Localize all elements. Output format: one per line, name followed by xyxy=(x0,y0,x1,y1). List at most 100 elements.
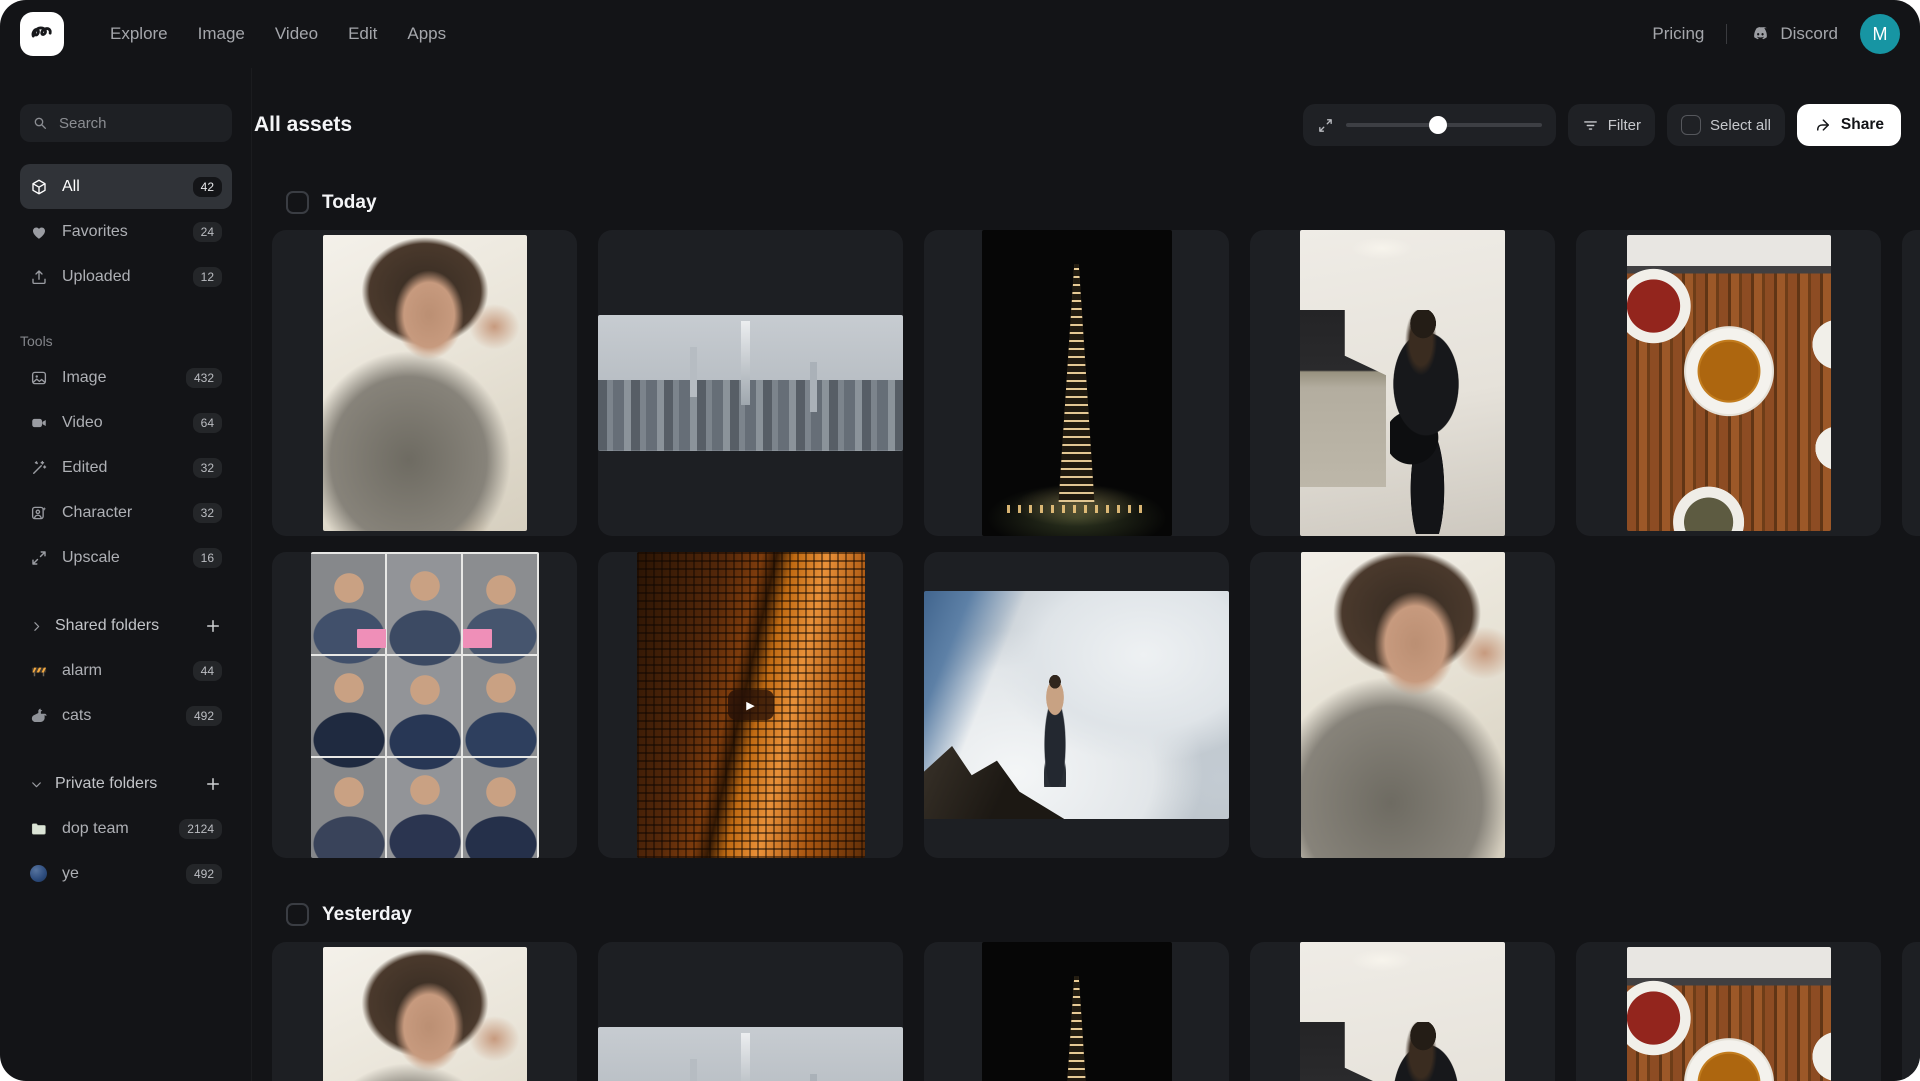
select-all-button[interactable]: Select all xyxy=(1667,104,1785,146)
discord-link[interactable]: Discord xyxy=(1749,23,1838,45)
sidebar-item-label: Video xyxy=(62,414,103,432)
add-private-folder-button[interactable] xyxy=(204,775,222,793)
shared-folders-list: alarm44cats492 xyxy=(0,648,251,738)
asset-card-night-skyscraper[interactable] xyxy=(924,230,1229,536)
asset-card-partially-visible-asset[interactable] xyxy=(1902,942,1920,1081)
section-header: Today xyxy=(286,191,1920,214)
sidebar-item-cats[interactable]: cats492 xyxy=(20,693,232,738)
share-icon xyxy=(1814,116,1832,134)
asset-thumbnail xyxy=(598,1027,903,1081)
asset-card-selfie-on-bed[interactable] xyxy=(272,230,577,536)
logo-squiggle-icon xyxy=(28,18,56,51)
upscale-icon xyxy=(30,549,48,567)
asset-card-night-skyscraper[interactable] xyxy=(924,942,1229,1081)
sidebar-item-character[interactable]: Character32 xyxy=(20,490,232,535)
pricing-link[interactable]: Pricing xyxy=(1652,24,1704,44)
asset-card-woman-on-cliff[interactable] xyxy=(924,552,1229,858)
section-checkbox[interactable] xyxy=(286,191,309,214)
select-all-checkbox[interactable] xyxy=(1681,115,1701,135)
count-badge: 32 xyxy=(193,503,222,523)
nav-item-edit[interactable]: Edit xyxy=(348,24,377,44)
asset-row: ▶ xyxy=(272,552,1920,858)
asset-thumbnail xyxy=(982,942,1172,1081)
app-logo[interactable] xyxy=(20,12,64,56)
share-button[interactable]: Share xyxy=(1797,104,1901,146)
search-input[interactable] xyxy=(57,114,220,133)
asset-thumbnail xyxy=(598,315,903,451)
nav-item-apps[interactable]: Apps xyxy=(407,24,446,44)
nav-item-explore[interactable]: Explore xyxy=(110,24,168,44)
asset-card-selfie-closeup[interactable] xyxy=(1250,552,1555,858)
asset-card-selfie-on-bed[interactable] xyxy=(272,942,577,1081)
filter-label: Filter xyxy=(1608,117,1641,134)
sidebar-item-video[interactable]: Video 64 xyxy=(20,400,232,445)
share-label: Share xyxy=(1841,116,1884,134)
section-checkbox[interactable] xyxy=(286,903,309,926)
sidebar-item-alarm[interactable]: alarm44 xyxy=(20,648,232,693)
asset-thumbnail xyxy=(1301,552,1505,858)
search-icon xyxy=(32,115,48,131)
asset-row xyxy=(272,230,1920,536)
divider xyxy=(1726,24,1727,44)
nav-item-video[interactable]: Video xyxy=(275,24,318,44)
select-all-label: Select all xyxy=(1710,117,1771,134)
discord-label: Discord xyxy=(1780,24,1838,44)
asset-card-tea-ceremony[interactable] xyxy=(1576,942,1881,1081)
asset-card-partially-visible-asset[interactable] xyxy=(1902,230,1920,536)
sidebar-item-all[interactable]: All42 xyxy=(20,164,232,209)
asset-card-headshot-grid[interactable] xyxy=(272,552,577,858)
count-badge: 492 xyxy=(186,706,222,726)
toolbar-controls: Filter Select all Share xyxy=(1303,104,1901,146)
zoom-slider[interactable] xyxy=(1346,123,1542,127)
private-folders-list: dop team2124ye492 xyxy=(0,806,251,896)
sidebar-item-uploaded[interactable]: Uploaded12 xyxy=(20,254,232,299)
filter-icon xyxy=(1582,117,1599,134)
count-badge: 492 xyxy=(186,864,222,884)
filter-button[interactable]: Filter xyxy=(1568,104,1655,146)
private-folders-label[interactable]: Private folders xyxy=(55,775,157,793)
nav-item-image[interactable]: Image xyxy=(198,24,245,44)
user-avatar[interactable]: M xyxy=(1860,14,1900,54)
sidebar-item-favorites[interactable]: Favorites24 xyxy=(20,209,232,254)
sidebar-item-label: Edited xyxy=(62,459,107,477)
chevron-down-icon[interactable] xyxy=(30,778,43,791)
count-badge: 64 xyxy=(193,413,222,433)
count-badge: 432 xyxy=(186,368,222,388)
play-overlay-icon: ▶ xyxy=(728,690,774,720)
asset-thumbnail xyxy=(1627,235,1831,531)
shared-folders-header: Shared folders xyxy=(0,606,251,646)
asset-card-woman-in-kitchen[interactable] xyxy=(1250,230,1555,536)
asset-thumbnail: ▶ xyxy=(637,552,865,858)
add-shared-folder-button[interactable] xyxy=(204,617,222,635)
asset-thumbnail xyxy=(924,591,1229,819)
sidebar-item-label: alarm xyxy=(62,662,102,680)
expand-icon[interactable] xyxy=(1317,117,1334,134)
count-badge: 16 xyxy=(193,548,222,568)
upload-icon xyxy=(30,268,48,286)
sidebar-item-image[interactable]: Image432 xyxy=(20,355,232,400)
count-badge: 32 xyxy=(193,458,222,478)
sidebar-item-edited[interactable]: Edited 32 xyxy=(20,445,232,490)
top-nav: Explore Image Video Edit Apps xyxy=(110,24,446,44)
asset-card-city-skyline[interactable] xyxy=(598,942,903,1081)
asset-card-tea-ceremony[interactable] xyxy=(1576,230,1881,536)
asset-thumbnail xyxy=(982,230,1172,536)
asset-thumbnail xyxy=(323,947,527,1081)
chevron-right-icon[interactable] xyxy=(30,620,43,633)
count-badge: 24 xyxy=(193,222,222,242)
sidebar-item-label: All xyxy=(62,178,80,196)
discord-icon xyxy=(1749,23,1771,45)
count-badge: 12 xyxy=(193,267,222,287)
sidebar-item-dop-team[interactable]: dop team2124 xyxy=(20,806,232,851)
search-box[interactable] xyxy=(20,104,232,142)
sidebar-item-upscale[interactable]: Upscale16 xyxy=(20,535,232,580)
zoom-slider-thumb[interactable] xyxy=(1429,116,1447,134)
asset-card-glass-building-video[interactable]: ▶ xyxy=(598,552,903,858)
section-label: Today xyxy=(322,192,377,214)
shared-folders-label[interactable]: Shared folders xyxy=(55,617,159,635)
asset-card-city-skyline[interactable] xyxy=(598,230,903,536)
character-icon xyxy=(30,504,48,522)
sidebar-item-ye[interactable]: ye492 xyxy=(20,851,232,896)
asset-thumbnail xyxy=(1627,947,1831,1081)
asset-card-woman-in-kitchen[interactable] xyxy=(1250,942,1555,1081)
